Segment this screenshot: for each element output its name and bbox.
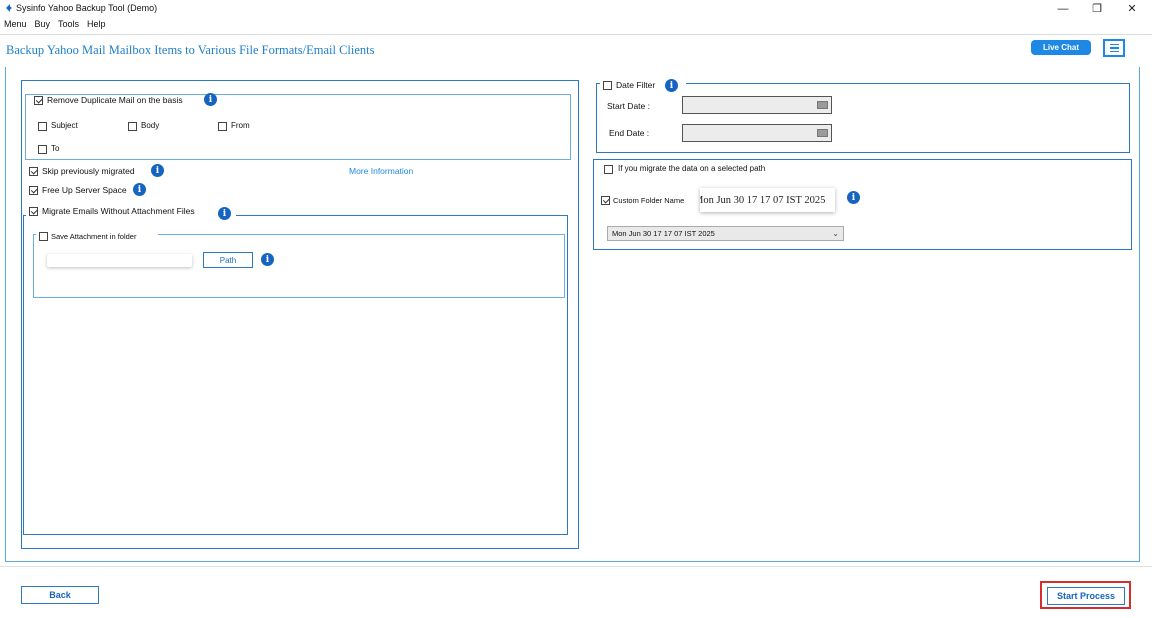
window-title: Sysinfo Yahoo Backup Tool (Demo)	[16, 3, 158, 13]
custom-folder-checkbox[interactable]	[601, 196, 610, 205]
selected-path-label: If you migrate the data on a selected pa…	[618, 164, 766, 173]
to-checkbox[interactable]	[38, 145, 47, 154]
custom-folder-input[interactable]: Mon Jun 30 17 17 07 IST 2025	[700, 188, 835, 212]
from-label: From	[231, 121, 250, 130]
folder-name-select-value: Mon Jun 30 17 17 07 IST 2025	[612, 229, 715, 238]
subject-checkbox[interactable]	[38, 122, 47, 131]
info-icon[interactable]: i	[665, 79, 678, 92]
remove-duplicate-checkbox[interactable]	[34, 96, 43, 105]
from-checkbox[interactable]	[218, 122, 227, 131]
date-filter-checkbox[interactable]	[603, 81, 612, 90]
restore-button[interactable]: ❐	[1080, 0, 1114, 17]
header-divider	[0, 34, 1152, 35]
to-label: To	[51, 144, 60, 153]
subject-label: Subject	[51, 121, 78, 130]
hamburger-menu-icon[interactable]	[1103, 39, 1125, 57]
body-label: Body	[141, 121, 160, 130]
menu-bar: Menu Buy Tools Help	[4, 19, 106, 29]
info-icon[interactable]: i	[204, 93, 217, 106]
calendar-icon[interactable]	[817, 129, 828, 137]
custom-folder-value: Mon Jun 30 17 17 07 IST 2025	[700, 194, 826, 206]
save-attachment-label: Save Attachment in folder	[51, 232, 137, 241]
save-attachment-checkbox[interactable]	[39, 232, 48, 241]
minimize-button[interactable]: —	[1046, 0, 1080, 17]
menu-item-buy[interactable]: Buy	[35, 19, 51, 29]
end-date-field[interactable]	[682, 124, 832, 142]
migrate-without-attachment-label: Migrate Emails Without Attachment Files	[42, 206, 195, 216]
chevron-down-icon: ⌄	[832, 229, 839, 238]
info-icon[interactable]: i	[261, 253, 274, 266]
free-space-label: Free Up Server Space	[42, 185, 127, 195]
selected-path-checkbox[interactable]	[604, 165, 613, 174]
attachment-path-input[interactable]	[47, 254, 192, 267]
skip-migrated-checkbox[interactable]	[29, 167, 38, 176]
info-icon[interactable]: i	[133, 183, 146, 196]
date-filter-group	[596, 83, 1130, 153]
migrate-without-attachment-checkbox[interactable]	[29, 207, 38, 216]
info-icon[interactable]: i	[218, 207, 231, 220]
body-checkbox[interactable]	[128, 122, 137, 131]
back-button[interactable]: Back	[21, 586, 99, 604]
menu-item-tools[interactable]: Tools	[58, 19, 79, 29]
footer-divider	[0, 566, 1152, 567]
path-button[interactable]: Path	[203, 252, 253, 268]
remove-duplicate-label: Remove Duplicate Mail on the basis	[47, 95, 183, 105]
end-date-label: End Date :	[609, 128, 650, 138]
live-chat-button[interactable]: Live Chat	[1031, 40, 1091, 55]
start-process-button[interactable]: Start Process	[1047, 587, 1125, 605]
close-button[interactable]: ✕	[1115, 0, 1149, 17]
info-icon[interactable]: i	[151, 164, 164, 177]
page-title: Backup Yahoo Mail Mailbox Items to Vario…	[6, 43, 375, 57]
menu-item-help[interactable]: Help	[87, 19, 106, 29]
custom-folder-label: Custom Folder Name	[613, 196, 685, 205]
date-filter-label: Date Filter	[616, 80, 656, 90]
start-date-field[interactable]	[682, 96, 832, 114]
app-logo-icon	[6, 4, 12, 12]
folder-name-select[interactable]: Mon Jun 30 17 17 07 IST 2025 ⌄	[607, 226, 844, 241]
free-space-checkbox[interactable]	[29, 186, 38, 195]
start-date-label: Start Date :	[607, 101, 650, 111]
skip-migrated-label: Skip previously migrated	[42, 166, 135, 176]
info-icon[interactable]: i	[847, 191, 860, 204]
calendar-icon[interactable]	[817, 101, 828, 109]
more-information-link[interactable]: More Information	[349, 166, 413, 176]
menu-item-menu[interactable]: Menu	[4, 19, 27, 29]
